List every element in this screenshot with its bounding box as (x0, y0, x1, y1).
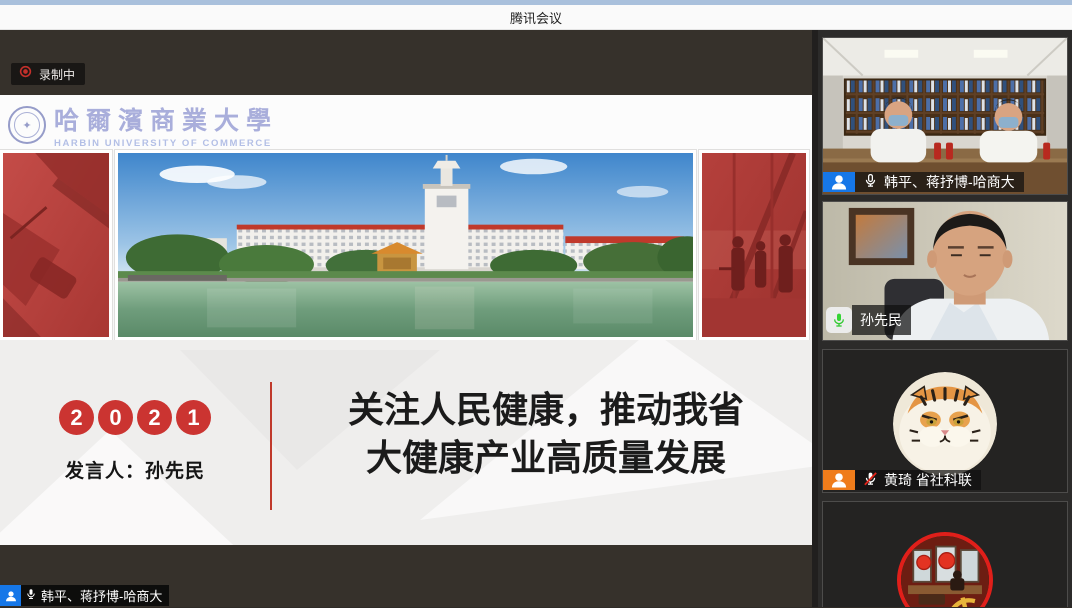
red-desk-image (0, 150, 112, 340)
year-digit: 0 (98, 400, 133, 435)
shared-screen[interactable]: 录制中 ✦ 哈爾濱商業大學 HARBIN UNIVERSITY OF COMME… (0, 30, 812, 607)
speaker-name: 发言人：孙先民 (0, 456, 270, 483)
mic-muted-icon (863, 471, 878, 489)
year-digit: 2 (137, 400, 172, 435)
member-icon (0, 585, 21, 606)
titlebar[interactable]: 腾讯会议 (0, 5, 1072, 30)
university-logo: ✦ 哈爾濱商業大學 HARBIN UNIVERSITY OF COMMERCE (8, 101, 278, 149)
video-tile-hanping[interactable]: 韩平、蒋抒博-哈商大 (822, 37, 1068, 195)
year-speaker-block: 2 0 2 1 发言人：孙先民 (0, 400, 270, 483)
presentation-slide: ✦ 哈爾濱商業大學 HARBIN UNIVERSITY OF COMMERCE (0, 95, 812, 545)
year-badges: 2 0 2 1 (59, 400, 211, 435)
year-digit: 2 (59, 400, 94, 435)
slide-title: 关注人民健康，推动我省 大健康产业高质量发展 (288, 386, 804, 482)
participant-name: 孙先民 (860, 310, 902, 330)
video-tile-sunxianmin[interactable]: 孙先民 (822, 201, 1068, 341)
mic-speaking-icon (826, 307, 852, 333)
mic-on-icon (863, 173, 878, 191)
record-icon (19, 65, 32, 83)
university-seal-icon: ✦ (8, 106, 46, 144)
slide-header: ✦ 哈爾濱商業大學 HARBIN UNIVERSITY OF COMMERCE (0, 95, 812, 150)
video-tile-huangqi[interactable]: 黄琦 省社科联 (822, 349, 1068, 493)
lantern-avatar (897, 532, 993, 607)
meeting-window: 腾讯会议 录制中 ✦ 哈爾濱商業大學 (0, 0, 1072, 608)
presenter-label[interactable]: 韩平、蒋抒博-哈商大 (0, 585, 169, 606)
red-people-image (699, 150, 809, 340)
member-icon (823, 470, 855, 490)
participant-label: 孙先民 (823, 305, 911, 335)
campus-photo (115, 150, 696, 340)
participant-label: 黄琦 省社科联 (823, 470, 981, 490)
participant-name: 黄琦 省社科联 (884, 470, 972, 490)
participants-sidebar: 韩平、蒋抒博-哈商大 (812, 30, 1072, 607)
slide-body: 2 0 2 1 发言人：孙先民 关注人民健康，推动我省 大健康产业高质量发展 (0, 340, 812, 545)
slide-title-line2: 大健康产业高质量发展 (288, 434, 804, 482)
red-divider (270, 382, 272, 510)
university-name-cn: 哈爾濱商業大學 (54, 101, 278, 137)
recording-label: 录制中 (39, 66, 75, 83)
video-feed-office (823, 38, 1067, 194)
member-icon (823, 172, 855, 192)
participant-name: 韩平、蒋抒博-哈商大 (884, 172, 1015, 192)
app-title: 腾讯会议 (510, 8, 562, 27)
mic-on-icon (25, 588, 37, 603)
slide-photo-band (0, 150, 812, 340)
presenter-name: 韩平、蒋抒博-哈商大 (41, 586, 162, 605)
year-digit: 1 (176, 400, 211, 435)
slide-title-line1: 关注人民健康，推动我省 (288, 386, 804, 434)
recording-badge[interactable]: 录制中 (11, 63, 85, 85)
participant-label: 韩平、蒋抒博-哈商大 (823, 172, 1024, 192)
tiger-avatar (893, 372, 997, 476)
university-name-en: HARBIN UNIVERSITY OF COMMERCE (54, 138, 278, 149)
video-tile-partial[interactable] (822, 501, 1068, 607)
